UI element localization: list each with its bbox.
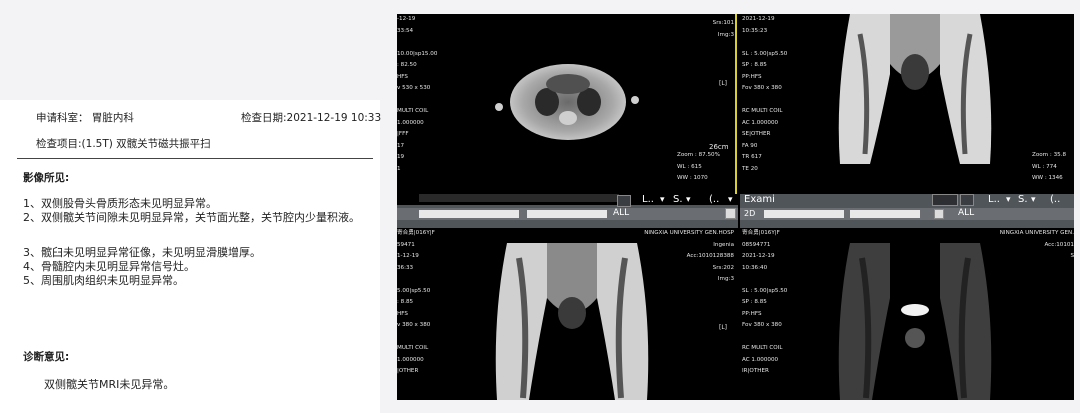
overlay-series-info: Srs:101 Img:3 [712, 20, 734, 38]
department-label: 申请科室： 胃脏内科 [36, 112, 134, 124]
link-icon[interactable] [932, 194, 958, 206]
overlay-window-info: Zoom : 35.8 WL : 774 WW : 1346 [1032, 152, 1067, 181]
overlay-window-info: Zoom : 87.50% WL : 615 WW : 1070 [677, 152, 720, 181]
all-label[interactable]: ALL [958, 208, 974, 218]
finding-item: 4、骨髓腔内未见明显异常信号灶。 [23, 260, 195, 273]
report-panel: 申请科室： 胃脏内科 检查日期:2021-12-19 10:33 检查项目:(1… [0, 0, 382, 413]
series-menu[interactable]: S. [673, 194, 683, 205]
viewport-toolbar: Exami L.. ▾ S. ▾ (.. 2D ALL [740, 194, 1074, 228]
orientation-marker: [L] [719, 324, 728, 331]
overlay-info-left: 2021-12-19 10:35:23 SL : 5.00|sp5.50 SP : … [742, 16, 788, 172]
mri-viewer: -12-19 33:54 10.00|sp15.00: 82.50 HFS v 53… [397, 14, 1074, 400]
divider [17, 158, 373, 159]
overlay-info-left: 寄合勇|016Y|F 08594771 2021-12-19 10:36:40 SL… [742, 230, 788, 374]
exam-date: 检查日期:2021-12-19 10:33 [241, 112, 382, 124]
overlay-hospital-info: NINGXIA UNIVERSITY GEN.HOSP Ingenia Acc:1… [644, 230, 734, 282]
overlay-hospital-info: NINGXIA UNIVERSITY GEN. Acc:10101 S [999, 230, 1074, 259]
chevron-down-icon[interactable]: ▾ [1006, 195, 1011, 205]
finding-item: 3、髋臼未见明显异常征像，未见明显滑膜增厚。 [23, 246, 261, 259]
sync-menu[interactable]: (.. [1050, 194, 1060, 205]
viewport-toolbar: L.. ▾ S. ▾ (.. ▾ ALL [397, 194, 738, 228]
image-toggle-button[interactable] [960, 194, 974, 206]
finding-item: 5、周围肌肉组织未见明显异常。 [23, 274, 184, 287]
dropdown-icon[interactable] [934, 209, 944, 219]
coronal-t1-image [838, 14, 992, 164]
image-toggle-button[interactable] [617, 195, 631, 207]
finding-item: 2、双侧髋关节间隙未见明显异常，关节面光整，关节腔内少量积液。 [23, 211, 360, 224]
all-label[interactable]: ALL [613, 208, 629, 218]
findings-title: 影像所见: [23, 172, 70, 184]
layout-menu[interactable]: L.. [988, 194, 1000, 205]
overlay-info-left: -12-19 33:54 10.00|sp15.00: 82.50 HFS v 53… [397, 16, 438, 172]
viewport-coronal-stir[interactable]: 寄合勇|016Y|F 08594771 2021-12-19 10:36:40 SL… [740, 228, 1074, 400]
active-pane-border [735, 14, 738, 194]
diagnosis-title: 诊断意见: [23, 351, 70, 363]
chevron-down-icon[interactable]: ▾ [686, 195, 691, 205]
view-mode[interactable]: 2D [744, 209, 755, 218]
overlay-info-left: 寄合勇|016Y|F 59471 1-12-19 36:33 5.00|sp5.50… [397, 230, 435, 374]
series-menu[interactable]: S. [1018, 194, 1028, 205]
finding-item: 1、双侧股骨头骨质形态未见明显异常。 [23, 197, 217, 210]
diagnosis-text: 双侧髋关节MRI未见异常。 [44, 378, 175, 391]
grid-icon[interactable] [725, 208, 736, 219]
viewport-coronal-t1[interactable]: 2021-12-19 10:35:23 SL : 5.00|sp5.50 SP : … [740, 14, 1074, 194]
report-page: 申请科室： 胃脏内科 检查日期:2021-12-19 10:33 检查项目:(1… [0, 100, 382, 413]
sync-menu[interactable]: (.. [709, 194, 719, 205]
viewport-axial[interactable]: -12-19 33:54 10.00|sp15.00: 82.50 HFS v 53… [397, 14, 738, 194]
exam-item: 检查项目:(1.5T) 双髋关节磁共振平扫 [36, 138, 211, 150]
chevron-down-icon[interactable]: ▾ [1031, 195, 1036, 205]
exam-label: Exami [744, 194, 775, 205]
chevron-down-icon[interactable]: ▾ [660, 195, 665, 205]
layout-menu[interactable]: L.. [642, 194, 654, 205]
viewport-coronal-t1-2[interactable]: 寄合勇|016Y|F 59471 1-12-19 36:33 5.00|sp5.50… [397, 228, 738, 400]
orientation-marker: [L] [719, 80, 728, 87]
chevron-down-icon[interactable]: ▾ [728, 195, 733, 205]
